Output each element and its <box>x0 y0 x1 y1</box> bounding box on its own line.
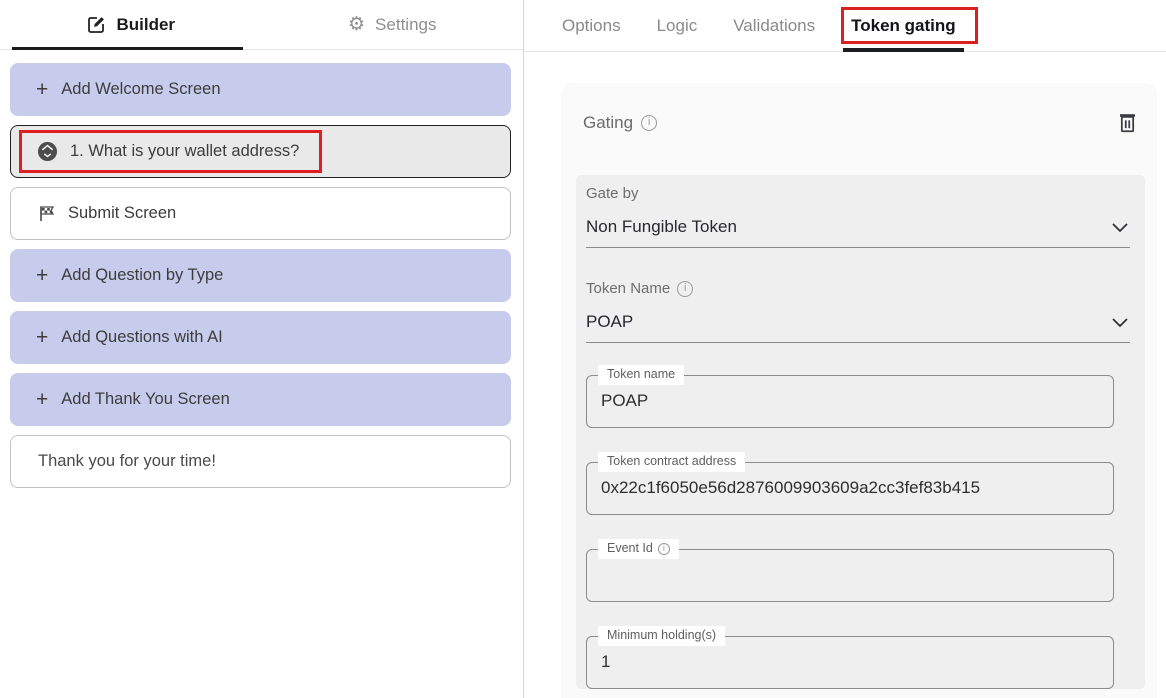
gate-by-value: Non Fungible Token <box>586 217 737 236</box>
plus-icon: + <box>36 388 49 411</box>
tab-settings[interactable]: ⚙ Settings <box>262 0 524 49</box>
question-item-label: 1. What is your wallet address? <box>70 142 300 160</box>
info-icon[interactable]: i <box>641 114 658 131</box>
gate-by-label: Gate by <box>586 185 639 202</box>
token-name-field-label: Token name <box>598 365 685 385</box>
info-icon[interactable]: i <box>657 542 670 555</box>
tab-settings-label: Settings <box>375 14 437 34</box>
tab-options[interactable]: Options <box>544 0 639 51</box>
gate-by-select[interactable]: Non Fungible Token <box>586 202 1130 248</box>
tab-validations[interactable]: Validations <box>715 0 833 51</box>
token-contract-address-field[interactable]: Token contract address 0x22c1f6050e56d28… <box>586 452 1114 515</box>
gating-title-label: Gating <box>583 112 634 132</box>
token-gating-card: Gating i Gate by Non Fungible Token Toke… <box>561 83 1157 698</box>
tab-builder[interactable]: Builder <box>0 0 262 49</box>
tab-validations-label: Validations <box>733 15 816 35</box>
chevron-down-icon <box>1112 317 1128 327</box>
plus-icon: + <box>36 326 49 349</box>
add-welcome-screen-label: Add Welcome Screen <box>61 80 221 98</box>
tab-token-gating-label: Token gating <box>851 15 956 35</box>
token-name-select[interactable]: POAP <box>586 297 1130 343</box>
event-id-field[interactable]: Event Id i <box>586 539 1114 602</box>
info-icon[interactable]: i <box>677 280 694 297</box>
gating-form: Gate by Non Fungible Token Token Name i … <box>576 175 1145 689</box>
gating-header: Gating i <box>561 83 1157 134</box>
event-id-field-label: Event Id i <box>598 539 679 559</box>
screen-list: + Add Welcome Screen 1. What is your wal… <box>10 63 511 488</box>
plus-icon: + <box>36 264 49 287</box>
tab-options-label: Options <box>562 15 621 35</box>
tab-logic-label: Logic <box>656 15 698 35</box>
add-thank-you-screen-button[interactable]: + Add Thank You Screen <box>10 373 511 426</box>
wallet-address-icon <box>37 141 58 162</box>
question-item-wallet-address[interactable]: 1. What is your wallet address? <box>10 125 511 178</box>
tab-token-gating[interactable]: Token gating <box>833 0 979 52</box>
submit-screen-item[interactable]: Submit Screen <box>10 187 511 240</box>
tab-builder-label: Builder <box>116 14 176 34</box>
trash-icon <box>1120 114 1135 133</box>
builder-sidebar: Builder ⚙ Settings + Add Welcome Screen … <box>0 0 523 698</box>
add-question-by-type-label: Add Question by Type <box>61 266 224 284</box>
thank-you-screen-label: Thank you for your time! <box>38 452 216 470</box>
token-contract-address-field-label: Token contract address <box>598 452 746 472</box>
thank-you-screen-item[interactable]: Thank you for your time! <box>10 435 511 488</box>
gating-title: Gating i <box>583 112 658 133</box>
token-name-field[interactable]: Token name POAP <box>586 365 1114 428</box>
edit-square-icon <box>86 15 106 35</box>
submit-screen-label: Submit Screen <box>68 204 177 222</box>
token-name-label: Token Name i <box>586 280 1145 297</box>
checkered-flag-icon <box>37 204 56 223</box>
minimum-holdings-field-label: Minimum holding(s) <box>598 626 726 646</box>
add-question-by-type-button[interactable]: + Add Question by Type <box>10 249 511 302</box>
question-settings-panel: Options Logic Validations Token gating G… <box>524 0 1166 698</box>
active-tab-indicator <box>12 47 243 50</box>
sidebar-tabs: Builder ⚙ Settings <box>0 0 523 50</box>
chevron-down-icon <box>1112 222 1128 232</box>
settings-tabs: Options Logic Validations Token gating <box>524 0 1166 52</box>
gear-icon: ⚙ <box>348 13 366 35</box>
add-thank-you-screen-label: Add Thank You Screen <box>61 390 230 408</box>
plus-icon: + <box>36 78 49 101</box>
delete-gating-button[interactable] <box>1117 111 1138 134</box>
add-questions-with-ai-button[interactable]: + Add Questions with AI <box>10 311 511 364</box>
token-name-value: POAP <box>586 312 634 331</box>
add-welcome-screen-button[interactable]: + Add Welcome Screen <box>10 63 511 116</box>
add-questions-with-ai-label: Add Questions with AI <box>61 328 223 346</box>
minimum-holdings-field[interactable]: Minimum holding(s) 1 <box>586 626 1114 689</box>
tab-logic[interactable]: Logic <box>639 0 716 51</box>
